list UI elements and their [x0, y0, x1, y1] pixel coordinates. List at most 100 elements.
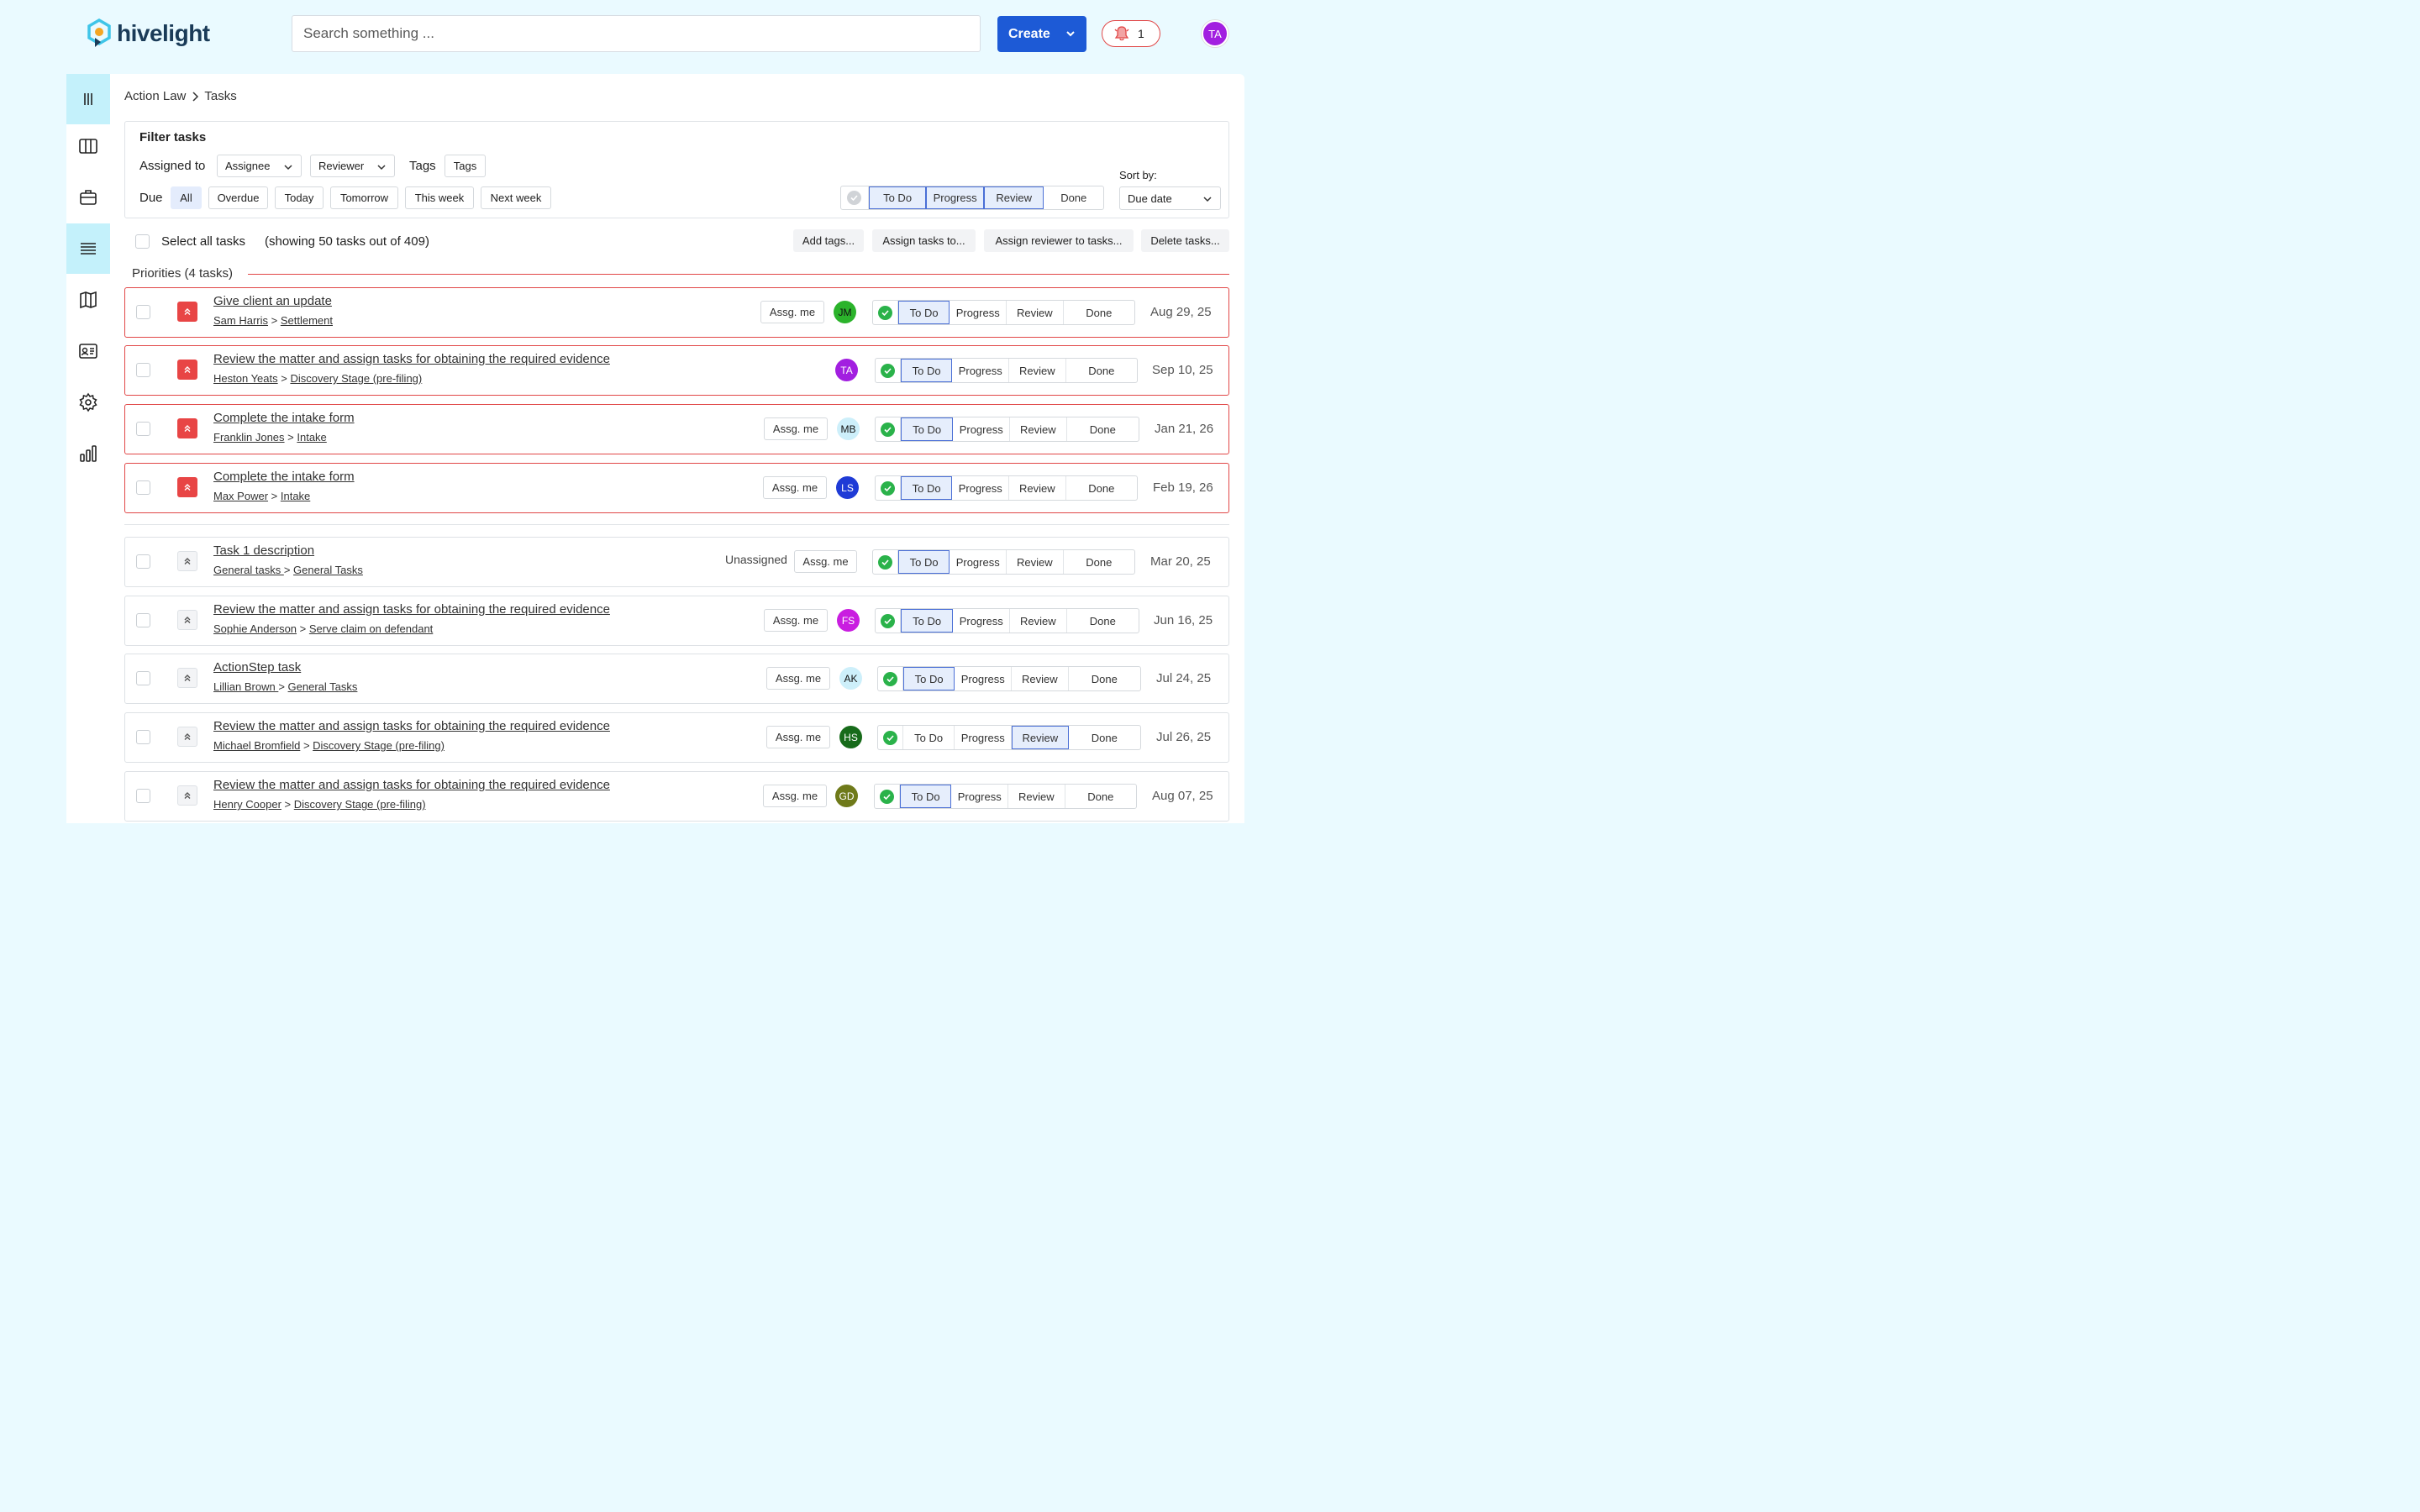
status-progress[interactable]: Progress — [950, 550, 1007, 574]
status-review[interactable]: Review — [1009, 359, 1066, 382]
sidebar-item-contacts[interactable] — [66, 326, 110, 376]
sidebar-collapse-toggle[interactable] — [66, 74, 110, 124]
due-tomorrow-button[interactable]: Tomorrow — [330, 186, 398, 209]
due-next-week-button[interactable]: Next week — [481, 186, 551, 209]
status-progress[interactable]: Progress — [952, 359, 1009, 382]
due-this-week-button[interactable]: This week — [405, 186, 474, 209]
task-stage-link[interactable]: General Tasks — [293, 564, 363, 576]
task-complete-toggle[interactable] — [873, 301, 898, 324]
task-title-link[interactable]: Review the matter and assign tasks for o… — [213, 602, 610, 617]
logo[interactable]: hivelight — [87, 18, 210, 49]
notifications-button[interactable]: 1 — [1102, 20, 1160, 47]
status-done[interactable]: Done — [1066, 476, 1137, 500]
status-done[interactable]: Done — [1069, 726, 1140, 749]
assign-me-button[interactable]: Assg. me — [794, 550, 857, 573]
priority-toggle[interactable] — [177, 360, 197, 380]
status-done[interactable]: Done — [1065, 785, 1136, 808]
sidebar-item-matters[interactable] — [66, 172, 110, 223]
task-stage-link[interactable]: Discovery Stage (pre-filing) — [294, 798, 426, 811]
assignee-avatar[interactable]: AK — [839, 667, 862, 690]
task-title-link[interactable]: Task 1 description — [213, 543, 314, 558]
status-review[interactable]: Review — [1009, 476, 1066, 500]
assign-me-button[interactable]: Assg. me — [766, 667, 830, 690]
assignee-avatar[interactable]: JM — [834, 301, 856, 323]
sidebar-item-settings[interactable] — [66, 377, 110, 428]
task-stage-link[interactable]: Intake — [297, 431, 326, 444]
search-input[interactable] — [292, 15, 981, 52]
task-complete-toggle[interactable] — [878, 726, 903, 749]
task-checkbox[interactable] — [136, 363, 150, 377]
task-checkbox[interactable] — [136, 422, 150, 436]
task-title-link[interactable]: Complete the intake form — [213, 411, 355, 425]
task-checkbox[interactable] — [136, 671, 150, 685]
sort-dropdown[interactable]: Due date — [1119, 186, 1221, 210]
status-review[interactable]: Review — [1008, 785, 1065, 808]
task-client-link[interactable]: Lillian Brown — [213, 680, 278, 693]
task-stage-link[interactable]: Discovery Stage (pre-filing) — [313, 739, 445, 752]
breadcrumb-parent[interactable]: Action Law — [124, 89, 186, 103]
due-overdue-button[interactable]: Overdue — [208, 186, 268, 209]
status-filter-review[interactable]: Review — [983, 186, 1044, 209]
status-done[interactable]: Done — [1067, 609, 1139, 633]
status-todo[interactable]: To Do — [900, 417, 954, 441]
task-client-link[interactable]: Henry Cooper — [213, 798, 281, 811]
assign-me-button[interactable]: Assg. me — [763, 785, 827, 807]
sidebar-item-reports[interactable] — [66, 428, 110, 479]
status-review[interactable]: Review — [1010, 609, 1067, 633]
status-review[interactable]: Review — [1012, 667, 1069, 690]
status-done[interactable]: Done — [1064, 550, 1134, 574]
task-stage-link[interactable]: Serve claim on defendant — [309, 622, 433, 635]
task-client-link[interactable]: Max Power — [213, 490, 268, 502]
priority-toggle[interactable] — [177, 302, 197, 322]
create-button[interactable]: Create — [997, 16, 1086, 52]
assign-me-button[interactable]: Assg. me — [763, 476, 827, 499]
task-client-link[interactable]: Sophie Anderson — [213, 622, 297, 635]
status-review[interactable]: Review — [1007, 550, 1064, 574]
task-title-link[interactable]: ActionStep task — [213, 660, 301, 675]
task-checkbox[interactable] — [136, 730, 150, 744]
status-todo[interactable]: To Do — [897, 301, 950, 324]
assign-me-button[interactable]: Assg. me — [764, 609, 828, 632]
status-done[interactable]: Done — [1066, 359, 1137, 382]
priority-toggle[interactable] — [177, 727, 197, 747]
task-client-link[interactable]: General tasks — [213, 564, 284, 576]
assignee-avatar[interactable]: HS — [839, 726, 862, 748]
task-client-link[interactable]: Michael Bromfield — [213, 739, 300, 752]
task-stage-link[interactable]: General Tasks — [288, 680, 358, 693]
sidebar-item-tasks[interactable] — [66, 223, 110, 274]
delete-tasks-button[interactable]: Delete tasks... — [1141, 229, 1229, 252]
status-todo[interactable]: To Do — [900, 476, 953, 500]
task-title-link[interactable]: Give client an update — [213, 294, 332, 308]
sidebar-item-map[interactable] — [66, 275, 110, 325]
task-stage-link[interactable]: Settlement — [281, 314, 333, 327]
task-checkbox[interactable] — [136, 554, 150, 569]
task-client-link[interactable]: Franklin Jones — [213, 431, 285, 444]
status-todo[interactable]: To Do — [900, 359, 953, 382]
due-today-button[interactable]: Today — [275, 186, 324, 209]
task-checkbox[interactable] — [136, 789, 150, 803]
status-review[interactable]: Review — [1007, 301, 1064, 324]
user-avatar[interactable]: TA — [1202, 20, 1228, 47]
due-all-button[interactable]: All — [171, 186, 202, 209]
priority-toggle[interactable] — [177, 610, 197, 630]
status-todo[interactable]: To Do — [900, 609, 954, 633]
task-title-link[interactable]: Complete the intake form — [213, 470, 355, 484]
task-complete-toggle[interactable] — [875, 785, 900, 808]
priority-toggle[interactable] — [177, 668, 197, 688]
assignee-avatar[interactable]: MB — [837, 417, 860, 440]
task-stage-link[interactable]: Discovery Stage (pre-filing) — [290, 372, 422, 385]
task-title-link[interactable]: Review the matter and assign tasks for o… — [213, 352, 610, 366]
priority-toggle[interactable] — [177, 551, 197, 571]
priority-toggle[interactable] — [177, 477, 197, 497]
task-client-link[interactable]: Heston Yeats — [213, 372, 278, 385]
status-done[interactable]: Done — [1069, 667, 1140, 690]
task-title-link[interactable]: Review the matter and assign tasks for o… — [213, 778, 610, 792]
priority-toggle[interactable] — [177, 418, 197, 438]
status-review[interactable]: Review — [1010, 417, 1067, 441]
status-todo[interactable]: To Do — [899, 785, 952, 808]
assignee-avatar[interactable]: LS — [836, 476, 859, 499]
status-progress[interactable]: Progress — [952, 476, 1009, 500]
sidebar-item-board[interactable] — [66, 121, 110, 171]
assign-reviewer-button[interactable]: Assign reviewer to tasks... — [984, 229, 1134, 252]
task-complete-toggle[interactable] — [876, 417, 901, 441]
